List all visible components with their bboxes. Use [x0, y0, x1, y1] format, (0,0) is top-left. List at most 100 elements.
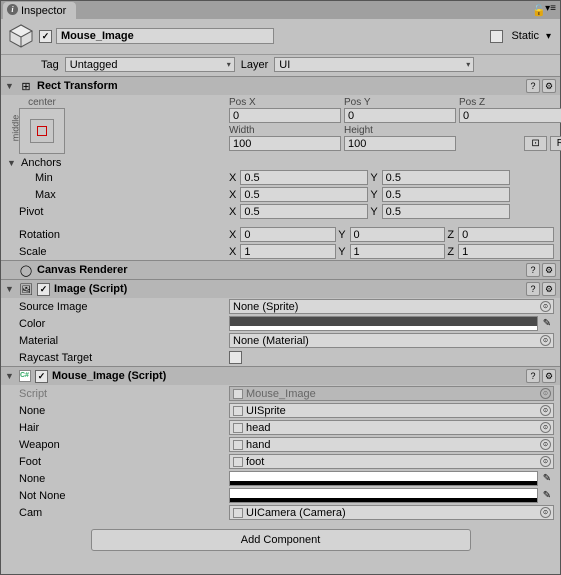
layer-label: Layer — [241, 59, 269, 71]
color-field[interactable] — [229, 316, 538, 331]
cam-label: Cam — [7, 507, 229, 519]
context-menu-icon[interactable]: ▾≡ — [545, 3, 556, 14]
enable-checkbox[interactable] — [37, 283, 50, 296]
cam-field[interactable]: UICamera (Camera)⊙ — [229, 505, 554, 520]
lock-icon[interactable]: 🔓 — [532, 4, 542, 14]
static-label: Static — [511, 30, 539, 42]
script-icon — [233, 389, 243, 399]
scale-z[interactable] — [458, 244, 554, 259]
mouse-image-component: ▼ Mouse_Image (Script) ?⚙ ScriptMouse_Im… — [1, 366, 560, 521]
posx-input[interactable] — [229, 108, 341, 123]
scale-label: Scale — [7, 246, 229, 258]
fold-icon[interactable]: ▼ — [7, 158, 17, 168]
max-x[interactable] — [240, 187, 368, 202]
static-checkbox[interactable] — [490, 30, 503, 43]
gear-icon[interactable]: ⚙ — [542, 282, 556, 296]
object-picker-icon[interactable]: ⊙ — [540, 335, 551, 346]
none-label: None — [7, 405, 229, 417]
csharp-script-icon — [19, 370, 31, 382]
anchor-preset-button[interactable] — [19, 108, 65, 154]
none-field[interactable]: UISprite⊙ — [229, 403, 554, 418]
posx-label: Pos X — [229, 95, 341, 108]
fold-icon[interactable]: ▼ — [5, 81, 15, 91]
source-image-label: Source Image — [7, 301, 229, 313]
help-button[interactable]: ? — [526, 369, 540, 383]
color-label: Color — [7, 318, 229, 330]
none-color[interactable] — [229, 471, 538, 486]
help-button[interactable]: ? — [526, 263, 540, 277]
weapon-label: Weapon — [7, 439, 229, 451]
object-picker-icon[interactable]: ⊙ — [540, 507, 551, 518]
help-button[interactable]: ? — [526, 282, 540, 296]
tab-title: Inspector — [21, 5, 66, 17]
height-input[interactable] — [344, 136, 456, 151]
rot-z[interactable] — [458, 227, 554, 242]
layer-dropdown[interactable]: UI — [274, 57, 474, 72]
fold-icon[interactable]: ▼ — [5, 371, 15, 381]
scale-y[interactable] — [350, 244, 446, 259]
comp-title: Image (Script) — [54, 283, 522, 295]
canvas-icon: ◯ — [19, 263, 33, 277]
rect-transform-component: ▼ ⊞ Rect Transform ? ⚙ middle center Pos… — [1, 76, 560, 260]
min-x[interactable] — [240, 170, 368, 185]
eyedropper-icon[interactable]: ✎ — [540, 489, 554, 503]
width-label: Width — [229, 123, 341, 136]
raw-button[interactable]: R — [550, 136, 561, 151]
min-y[interactable] — [382, 170, 510, 185]
pivot-x[interactable] — [240, 204, 368, 219]
scale-x[interactable] — [240, 244, 336, 259]
max-y[interactable] — [382, 187, 510, 202]
notnone-color[interactable] — [229, 488, 538, 503]
name-input[interactable] — [56, 28, 274, 44]
hair-label: Hair — [7, 422, 229, 434]
rot-y[interactable] — [350, 227, 446, 242]
object-icon — [233, 423, 243, 433]
camera-icon — [233, 508, 243, 518]
posz-label: Pos Z — [459, 95, 561, 108]
raycast-checkbox[interactable] — [229, 351, 242, 364]
object-picker-icon[interactable]: ⊙ — [540, 405, 551, 416]
object-picker-icon[interactable]: ⊙ — [540, 456, 551, 467]
add-component-button[interactable]: Add Component — [91, 529, 471, 551]
foot-field[interactable]: foot⊙ — [229, 454, 554, 469]
rot-x[interactable] — [240, 227, 336, 242]
script-field: Mouse_Image⊙ — [229, 386, 554, 401]
eyedropper-icon[interactable]: ✎ — [540, 317, 554, 331]
tag-dropdown[interactable]: Untagged — [65, 57, 235, 72]
comp-title: Mouse_Image (Script) — [52, 370, 522, 382]
gameobject-header: Static ▾ — [1, 19, 560, 55]
anchors-label: Anchors — [21, 157, 61, 169]
static-dropdown-icon[interactable]: ▾ — [543, 31, 554, 42]
help-button[interactable]: ? — [526, 79, 540, 93]
weapon-field[interactable]: hand⊙ — [229, 437, 554, 452]
inspector-tab[interactable]: i Inspector — [3, 2, 76, 19]
fold-icon[interactable]: ▼ — [5, 284, 15, 294]
object-picker-icon[interactable]: ⊙ — [540, 422, 551, 433]
eyedropper-icon[interactable]: ✎ — [540, 472, 554, 486]
active-checkbox[interactable] — [39, 30, 52, 43]
posy-input[interactable] — [344, 108, 456, 123]
comp-title: Rect Transform — [37, 80, 522, 92]
enable-checkbox[interactable] — [35, 370, 48, 383]
gameobject-icon[interactable] — [7, 22, 35, 50]
gear-icon[interactable]: ⚙ — [542, 263, 556, 277]
blueprint-button[interactable]: ⊡ — [524, 136, 546, 151]
tag-layer-row: Tag Untagged Layer UI — [1, 55, 560, 76]
min-label: Min — [7, 172, 229, 184]
pivot-label: Pivot — [7, 206, 229, 218]
height-label: Height — [344, 123, 456, 136]
comp-title: Canvas Renderer — [37, 264, 522, 276]
source-image-field[interactable]: None (Sprite)⊙ — [229, 299, 554, 314]
posz-input[interactable] — [459, 108, 561, 123]
rect-transform-icon: ⊞ — [19, 79, 33, 93]
object-picker-icon[interactable]: ⊙ — [540, 301, 551, 312]
pivot-y[interactable] — [382, 204, 510, 219]
object-picker-icon[interactable]: ⊙ — [540, 439, 551, 450]
material-field[interactable]: None (Material)⊙ — [229, 333, 554, 348]
hair-field[interactable]: head⊙ — [229, 420, 554, 435]
posy-label: Pos Y — [344, 95, 456, 108]
material-label: Material — [7, 335, 229, 347]
gear-icon[interactable]: ⚙ — [542, 369, 556, 383]
gear-icon[interactable]: ⚙ — [542, 79, 556, 93]
width-input[interactable] — [229, 136, 341, 151]
